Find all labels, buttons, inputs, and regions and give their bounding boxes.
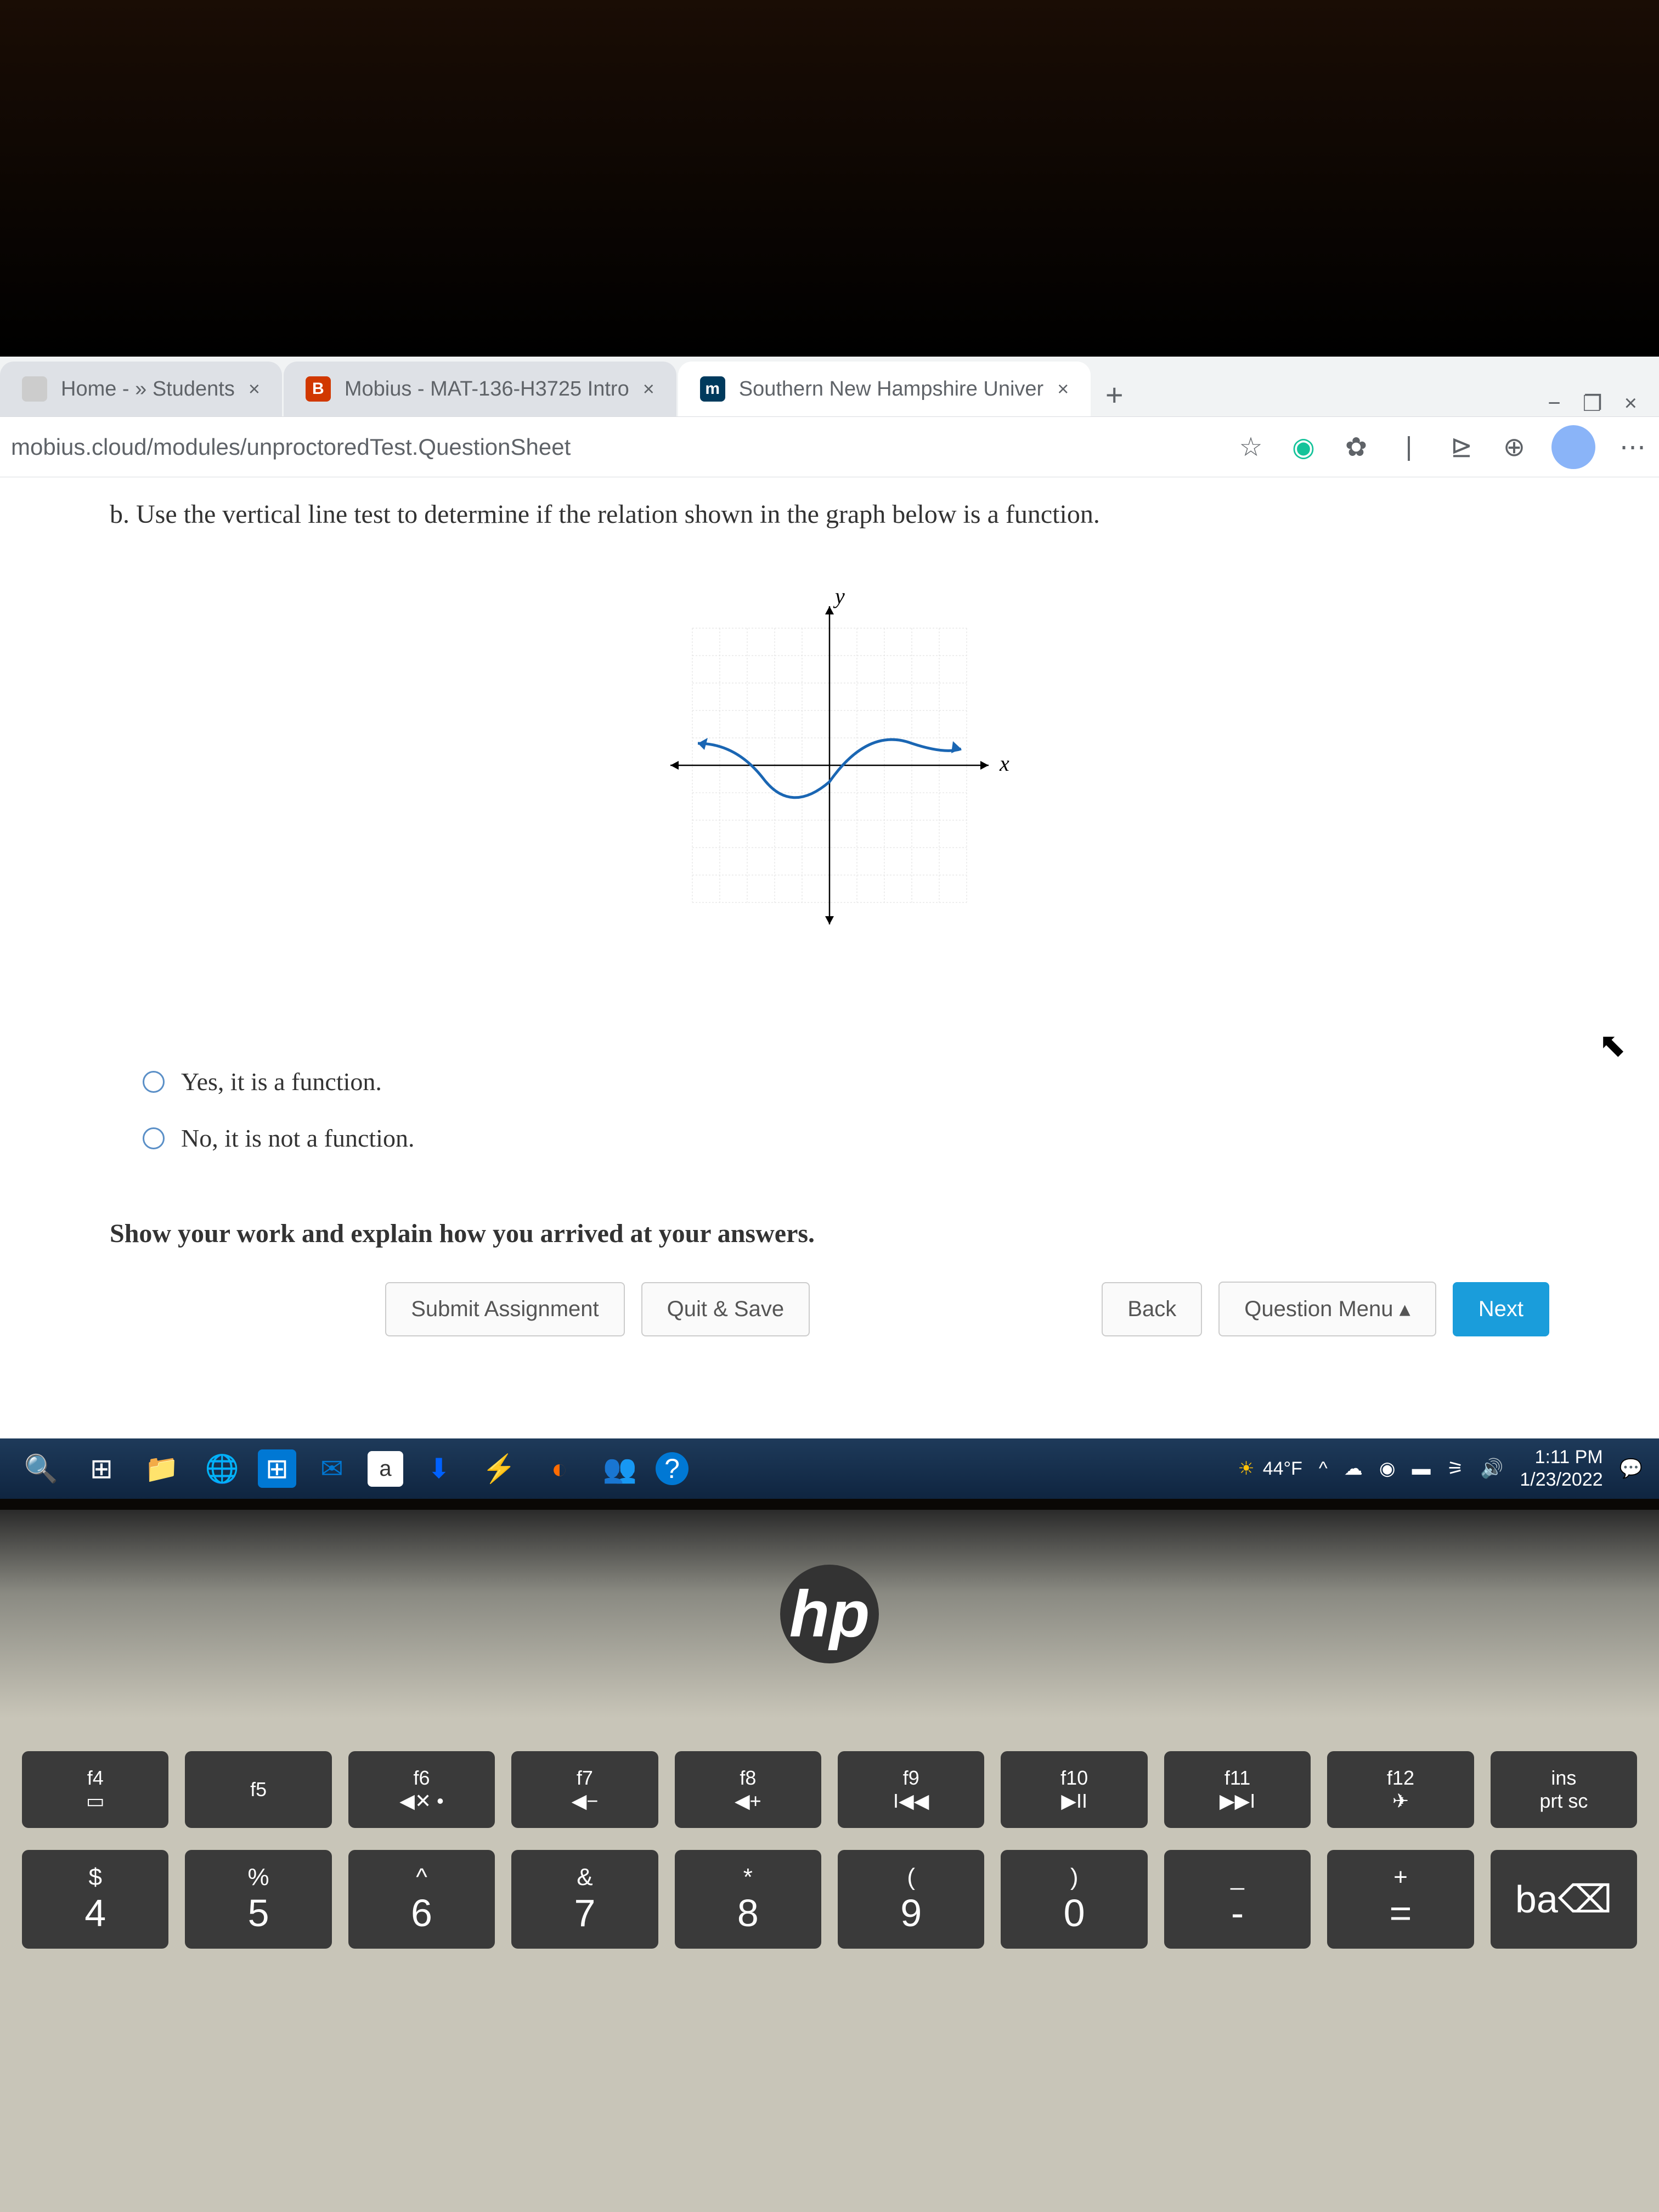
laptop-hinge: hp (0, 1510, 1659, 1718)
key-f12[interactable]: f12✈ (1327, 1751, 1474, 1828)
cursor-icon: ⬉ (1599, 1026, 1626, 1064)
tab-mobius[interactable]: B Mobius - MAT-136-H3725 Intro × (284, 362, 676, 416)
url-text[interactable]: mobius.cloud/modules/unproctoredTest.Que… (11, 434, 1235, 460)
address-bar: mobius.cloud/modules/unproctoredTest.Que… (0, 417, 1659, 477)
key-f10[interactable]: f10▶II (1001, 1751, 1147, 1828)
next-button[interactable]: Next (1453, 1282, 1549, 1336)
close-icon[interactable]: × (1057, 377, 1069, 400)
new-tab-button[interactable]: + (1092, 373, 1136, 416)
close-icon[interactable]: × (643, 377, 654, 400)
option-label: Yes, it is a function. (181, 1067, 382, 1096)
wifi-icon[interactable]: ⚞ (1447, 1458, 1464, 1480)
key-ins[interactable]: insprt sc (1491, 1751, 1637, 1828)
onedrive-icon[interactable]: ☁ (1344, 1458, 1363, 1480)
key-5[interactable]: %5 (185, 1850, 331, 1949)
avatar[interactable] (1551, 425, 1595, 469)
radio-icon[interactable] (143, 1071, 165, 1093)
app-icon-2[interactable]: ◐ (535, 1444, 584, 1493)
store-icon[interactable]: ⊞ (258, 1449, 296, 1488)
favorite-icon[interactable]: ☆ (1235, 432, 1266, 462)
key-9[interactable]: (9 (838, 1850, 984, 1949)
collections-icon[interactable]: ⊵ (1446, 432, 1477, 462)
divider: | (1393, 432, 1424, 462)
battery-icon[interactable]: ▬ (1412, 1458, 1431, 1480)
camera-area (0, 0, 1659, 357)
close-window-icon[interactable]: × (1624, 391, 1637, 416)
tab-label: Southern New Hampshire Univer (739, 377, 1043, 401)
app-icon[interactable]: ⚡ (475, 1444, 524, 1493)
browser-tab-bar: Home - » Students × B Mobius - MAT-136-H… (0, 357, 1659, 417)
key-ba⌫[interactable]: ba⌫ (1491, 1850, 1637, 1949)
camera-tray-icon[interactable]: ◉ (1379, 1458, 1396, 1480)
help-icon[interactable]: ? (656, 1452, 689, 1485)
key-f6[interactable]: f6◀✕ • (348, 1751, 495, 1828)
app-icon[interactable]: ⊕ (1499, 432, 1530, 462)
grammarly-icon[interactable]: ◉ (1288, 432, 1319, 462)
key-f5[interactable]: f5 (185, 1751, 331, 1828)
extensions-icon[interactable]: ✿ (1341, 432, 1372, 462)
volume-icon[interactable]: 🔊 (1480, 1458, 1503, 1480)
favicon-icon: B (306, 376, 331, 402)
date-text: 1/23/2022 (1520, 1469, 1602, 1491)
question-text: b. Use the vertical line test to determi… (110, 499, 1549, 529)
key-0[interactable]: )0 (1001, 1850, 1147, 1949)
tab-label: Mobius - MAT-136-H3725 Intro (345, 377, 629, 401)
keyboard: f4▭f5f6◀✕ •f7◀−f8◀+f9I◀◀f10▶IIf11▶▶If12✈… (0, 1718, 1659, 2212)
teams-icon[interactable]: 👥 (595, 1444, 645, 1493)
button-row: Submit Assignment Quit & Save Back Quest… (110, 1282, 1549, 1336)
weather-widget[interactable]: ☀ 44°F (1238, 1458, 1302, 1480)
function-graph: y x (637, 573, 1022, 957)
key-=[interactable]: += (1327, 1850, 1474, 1949)
key-8[interactable]: *8 (675, 1850, 821, 1949)
show-work-heading: Show your work and explain how you arriv… (110, 1218, 1549, 1249)
search-icon[interactable]: 🔍 (16, 1444, 66, 1493)
favicon-icon: m (700, 376, 725, 402)
answer-options: Yes, it is a function. No, it is not a f… (143, 1067, 1549, 1153)
radio-icon[interactable] (143, 1127, 165, 1149)
y-axis-label: y (833, 584, 845, 608)
tab-snhu[interactable]: m Southern New Hampshire Univer × (678, 362, 1091, 416)
notification-icon[interactable]: 💬 (1620, 1458, 1643, 1480)
hp-logo: hp (780, 1565, 879, 1663)
back-button[interactable]: Back (1102, 1282, 1202, 1336)
task-view-icon[interactable]: ⊞ (77, 1444, 126, 1493)
tab-label: Home - » Students (61, 377, 235, 401)
chevron-up-icon[interactable]: ^ (1319, 1458, 1328, 1480)
tab-home-students[interactable]: Home - » Students × (0, 362, 282, 416)
page-content: b. Use the vertical line test to determi… (0, 477, 1659, 1438)
x-axis-label: x (999, 751, 1009, 776)
question-menu-button[interactable]: Question Menu (1218, 1282, 1436, 1336)
sun-icon: ☀ (1238, 1458, 1254, 1480)
option-label: No, it is not a function. (181, 1124, 414, 1153)
key-f4[interactable]: f4▭ (22, 1751, 168, 1828)
close-icon[interactable]: × (249, 377, 260, 400)
key-4[interactable]: $4 (22, 1850, 168, 1949)
option-no[interactable]: No, it is not a function. (143, 1124, 1549, 1153)
more-icon[interactable]: ⋯ (1617, 432, 1648, 462)
amazon-icon[interactable]: a (368, 1451, 403, 1487)
key--[interactable]: _- (1164, 1850, 1311, 1949)
clock[interactable]: 1:11 PM 1/23/2022 (1520, 1446, 1602, 1491)
key-f9[interactable]: f9I◀◀ (838, 1751, 984, 1828)
minimize-icon[interactable]: − (1548, 391, 1560, 416)
key-7[interactable]: &7 (511, 1850, 658, 1949)
windows-taskbar: 🔍 ⊞ 📁 🌐 ⊞ ✉ a ⬇ ⚡ ◐ 👥 ? ☀ 44°F ^ ☁ ◉ ▬ ⚞ (0, 1438, 1659, 1499)
key-6[interactable]: ^6 (348, 1850, 495, 1949)
mail-icon[interactable]: ✉ (307, 1444, 357, 1493)
key-f11[interactable]: f11▶▶I (1164, 1751, 1311, 1828)
dropbox-icon[interactable]: ⬇ (414, 1444, 464, 1493)
quit-save-button[interactable]: Quit & Save (641, 1282, 810, 1336)
key-f8[interactable]: f8◀+ (675, 1751, 821, 1828)
maximize-icon[interactable]: ❐ (1583, 391, 1602, 416)
graph-container: y x (110, 573, 1549, 957)
weather-temp: 44°F (1263, 1458, 1302, 1480)
file-explorer-icon[interactable]: 📁 (137, 1444, 187, 1493)
key-f7[interactable]: f7◀− (511, 1751, 658, 1828)
time-text: 1:11 PM (1520, 1446, 1602, 1469)
favicon-icon (22, 376, 47, 402)
edge-icon[interactable]: 🌐 (198, 1444, 247, 1493)
option-yes[interactable]: Yes, it is a function. (143, 1067, 1549, 1096)
submit-button[interactable]: Submit Assignment (385, 1282, 624, 1336)
